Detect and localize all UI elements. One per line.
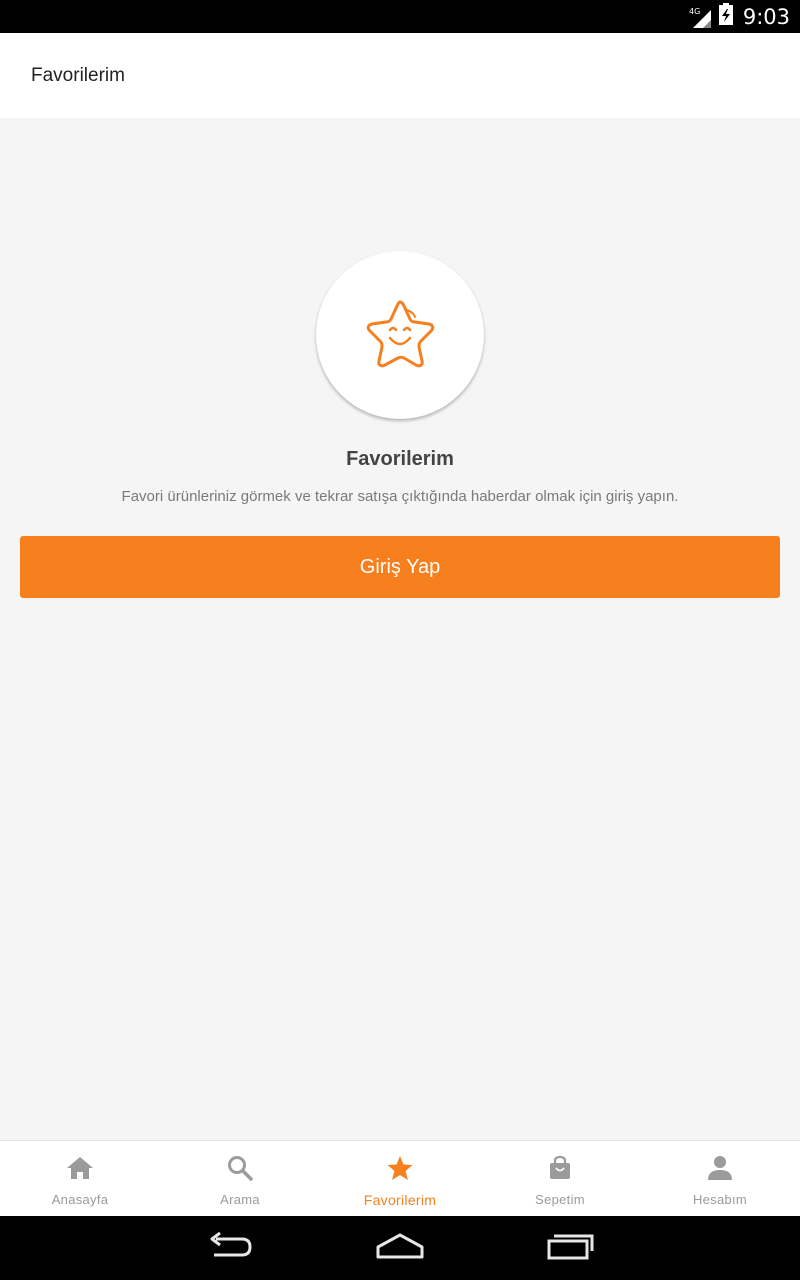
system-navigation-bar xyxy=(0,1216,800,1280)
search-icon xyxy=(226,1155,254,1186)
battery-icon xyxy=(718,3,733,30)
empty-state-badge xyxy=(316,251,484,419)
empty-state-description: Favori ürünleriniz görmek ve tekrar satı… xyxy=(121,488,679,505)
smiling-star-icon xyxy=(363,298,437,373)
star-icon xyxy=(386,1155,414,1186)
nav-item-hesabim[interactable]: Hesabım xyxy=(640,1141,800,1216)
nav-item-favorilerim[interactable]: Favorilerim xyxy=(320,1141,480,1216)
signal-icon: 4G xyxy=(689,6,713,28)
main-content: Favorilerim Favori ürünleriniz görmek ve… xyxy=(0,118,800,1140)
recent-apps-icon xyxy=(546,1231,594,1266)
login-button[interactable]: Giriş Yap xyxy=(20,536,780,598)
status-bar: 4G 9:03 xyxy=(0,0,800,33)
system-back-button[interactable] xyxy=(145,1216,315,1280)
system-recents-button[interactable] xyxy=(485,1216,655,1280)
home-icon xyxy=(66,1155,94,1186)
home-outline-icon xyxy=(374,1231,426,1266)
nav-item-label: Sepetim xyxy=(535,1192,585,1207)
empty-state-title: Favorilerim xyxy=(346,448,454,470)
app-bar: Favorilerim xyxy=(0,33,800,118)
nav-item-arama[interactable]: Arama xyxy=(160,1141,320,1216)
nav-item-label: Favorilerim xyxy=(363,1192,437,1208)
bottom-navigation: Anasayfa Arama Favorilerim Sepetim Hesab… xyxy=(0,1140,800,1216)
clock: 9:03 xyxy=(742,4,790,29)
person-icon xyxy=(706,1155,734,1186)
system-home-button[interactable] xyxy=(315,1216,485,1280)
shopping-bag-icon xyxy=(546,1155,574,1186)
back-icon xyxy=(206,1231,254,1266)
svg-text:4G: 4G xyxy=(689,7,700,16)
nav-item-label: Arama xyxy=(220,1192,260,1207)
nav-item-sepetim[interactable]: Sepetim xyxy=(480,1141,640,1216)
nav-item-anasayfa[interactable]: Anasayfa xyxy=(0,1141,160,1216)
page-title: Favorilerim xyxy=(31,64,125,86)
nav-item-label: Hesabım xyxy=(692,1192,748,1207)
nav-item-label: Anasayfa xyxy=(51,1192,109,1207)
